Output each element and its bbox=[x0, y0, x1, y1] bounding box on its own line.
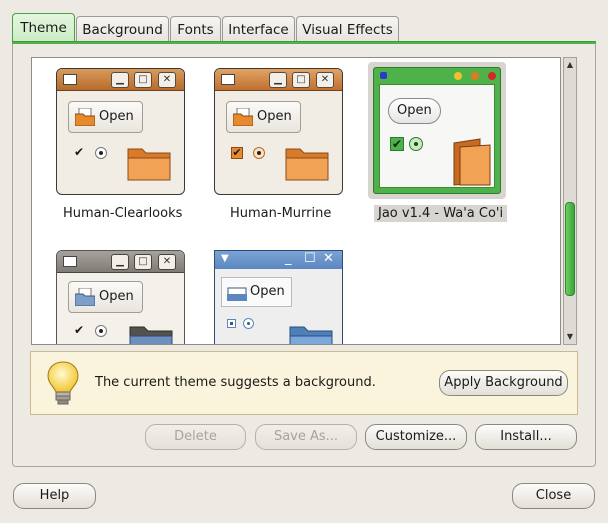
folder-open-icon bbox=[75, 288, 95, 306]
customize-button[interactable]: Customize... bbox=[365, 424, 467, 450]
help-button[interactable]: Help bbox=[13, 483, 96, 509]
radio-icon bbox=[409, 137, 423, 151]
checkbox-icon: ✔ bbox=[73, 145, 85, 159]
preview-titlebar: ▼ _ ☐ ✕ bbox=[215, 251, 342, 269]
minimize-icon: ▁ bbox=[111, 254, 129, 270]
theme-name: Human-Clearlooks bbox=[63, 206, 183, 221]
maximize-icon bbox=[471, 72, 479, 80]
open-label: Open bbox=[397, 103, 432, 118]
maximize-icon: ☐ bbox=[304, 251, 316, 266]
folder-icon bbox=[127, 148, 171, 181]
radio-icon bbox=[243, 318, 254, 329]
checkbox-icon bbox=[227, 319, 236, 328]
preview-open-button: Open bbox=[221, 277, 292, 307]
tab-label: Fonts bbox=[177, 22, 214, 38]
minimize-icon: _ bbox=[285, 251, 292, 266]
checkbox-icon: ✔ bbox=[73, 323, 85, 337]
close-icon: ✕ bbox=[323, 251, 334, 266]
open-label: Open bbox=[257, 109, 292, 124]
folder-icon bbox=[453, 138, 491, 186]
maximize-icon: □ bbox=[134, 72, 152, 88]
close-icon: ✕ bbox=[158, 254, 176, 270]
folder-icon bbox=[285, 148, 329, 181]
open-label: Open bbox=[99, 289, 134, 304]
open-label: Open bbox=[99, 109, 134, 124]
minimize-icon bbox=[454, 72, 462, 80]
radio-icon bbox=[95, 147, 107, 159]
preview-open-button: Open bbox=[68, 281, 143, 313]
theme-preview: ▁ □ ✕ Open ✔ bbox=[56, 250, 185, 344]
preview-titlebar: ▁ □ ✕ bbox=[215, 69, 342, 91]
tab-label: Visual Effects bbox=[302, 22, 393, 38]
radio-icon bbox=[95, 325, 107, 337]
delete-button[interactable]: Delete bbox=[145, 424, 246, 450]
radio-icon bbox=[253, 147, 265, 159]
close-icon: ✕ bbox=[316, 72, 334, 88]
theme-preview: Open ✔ bbox=[373, 67, 501, 194]
tab-label: Interface bbox=[228, 22, 289, 38]
minimize-icon: ▁ bbox=[111, 72, 129, 88]
apply-background-button[interactable]: Apply Background bbox=[439, 370, 568, 396]
tab-fonts[interactable]: Fonts bbox=[170, 16, 221, 43]
folder-open-icon bbox=[227, 287, 247, 301]
window-icon bbox=[63, 74, 77, 85]
tab-interface[interactable]: Interface bbox=[222, 16, 295, 43]
scroll-up-arrow-icon[interactable]: ▲ bbox=[564, 59, 576, 71]
checkbox-icon: ✔ bbox=[390, 137, 404, 151]
window-icon bbox=[221, 74, 235, 85]
window-icon bbox=[380, 72, 387, 79]
lightbulb-icon bbox=[47, 361, 79, 405]
theme-item-human-clearlooks[interactable]: ▁ □ ✕ Open ✔ Human-Clearlooks bbox=[56, 68, 186, 228]
window-menu-icon: ▼ bbox=[221, 253, 229, 264]
install-button[interactable]: Install... bbox=[475, 424, 577, 450]
close-icon: ✕ bbox=[158, 72, 176, 88]
folder-icon bbox=[289, 326, 333, 344]
maximize-icon: □ bbox=[134, 254, 152, 270]
theme-name: Human-Murrine bbox=[230, 206, 332, 221]
theme-item-jao[interactable]: Open ✔ Jao v1.4 - Wa'a Co'i bbox=[368, 62, 508, 232]
tab-theme[interactable]: Theme bbox=[12, 13, 75, 44]
tab-visual-effects[interactable]: Visual Effects bbox=[296, 16, 399, 43]
preview-content: Open ✔ bbox=[379, 84, 495, 188]
folder-open-icon bbox=[75, 108, 95, 126]
open-label: Open bbox=[250, 284, 285, 299]
preview-open-button: Open bbox=[388, 98, 441, 124]
window-icon bbox=[63, 256, 77, 267]
preview-open-button: Open bbox=[68, 101, 143, 133]
scroll-down-arrow-icon[interactable]: ▼ bbox=[564, 331, 576, 343]
theme-item-5[interactable]: ▼ _ ☐ ✕ Open bbox=[214, 250, 344, 344]
theme-preview: ▼ _ ☐ ✕ Open bbox=[214, 250, 343, 344]
preview-open-button: Open bbox=[226, 101, 301, 133]
theme-item-human-murrine[interactable]: ▁ □ ✕ Open ✔ Human-Murrine bbox=[214, 68, 344, 228]
save-as-button[interactable]: Save As... bbox=[255, 424, 357, 450]
theme-list[interactable]: ▁ □ ✕ Open ✔ Human-Clearlooks ▁ □ ✕ Open… bbox=[31, 57, 561, 345]
preview-titlebar: ▁ □ ✕ bbox=[57, 69, 184, 91]
theme-preview: ▁ □ ✕ Open ✔ bbox=[214, 68, 343, 195]
theme-list-scrollbar[interactable]: ▲ ▼ bbox=[563, 57, 577, 345]
close-icon bbox=[488, 72, 496, 80]
minimize-icon: ▁ bbox=[269, 72, 287, 88]
tab-label: Theme bbox=[20, 20, 67, 36]
tab-background[interactable]: Background bbox=[76, 16, 169, 43]
background-suggestion-text: The current theme suggests a background. bbox=[95, 375, 376, 390]
maximize-icon: □ bbox=[292, 72, 310, 88]
theme-name: Jao v1.4 - Wa'a Co'i bbox=[374, 205, 508, 222]
background-suggestion-bar: The current theme suggests a background.… bbox=[30, 351, 578, 415]
folder-icon bbox=[129, 326, 173, 344]
checkbox-icon: ✔ bbox=[231, 146, 243, 159]
folder-open-icon bbox=[233, 108, 253, 126]
close-button[interactable]: Close bbox=[512, 483, 595, 509]
preview-titlebar bbox=[374, 68, 500, 84]
scroll-thumb[interactable] bbox=[565, 202, 575, 296]
preview-titlebar: ▁ □ ✕ bbox=[57, 251, 184, 273]
tab-label: Background bbox=[82, 22, 163, 38]
theme-item-4[interactable]: ▁ □ ✕ Open ✔ bbox=[56, 250, 186, 344]
theme-preview: ▁ □ ✕ Open ✔ bbox=[56, 68, 185, 195]
